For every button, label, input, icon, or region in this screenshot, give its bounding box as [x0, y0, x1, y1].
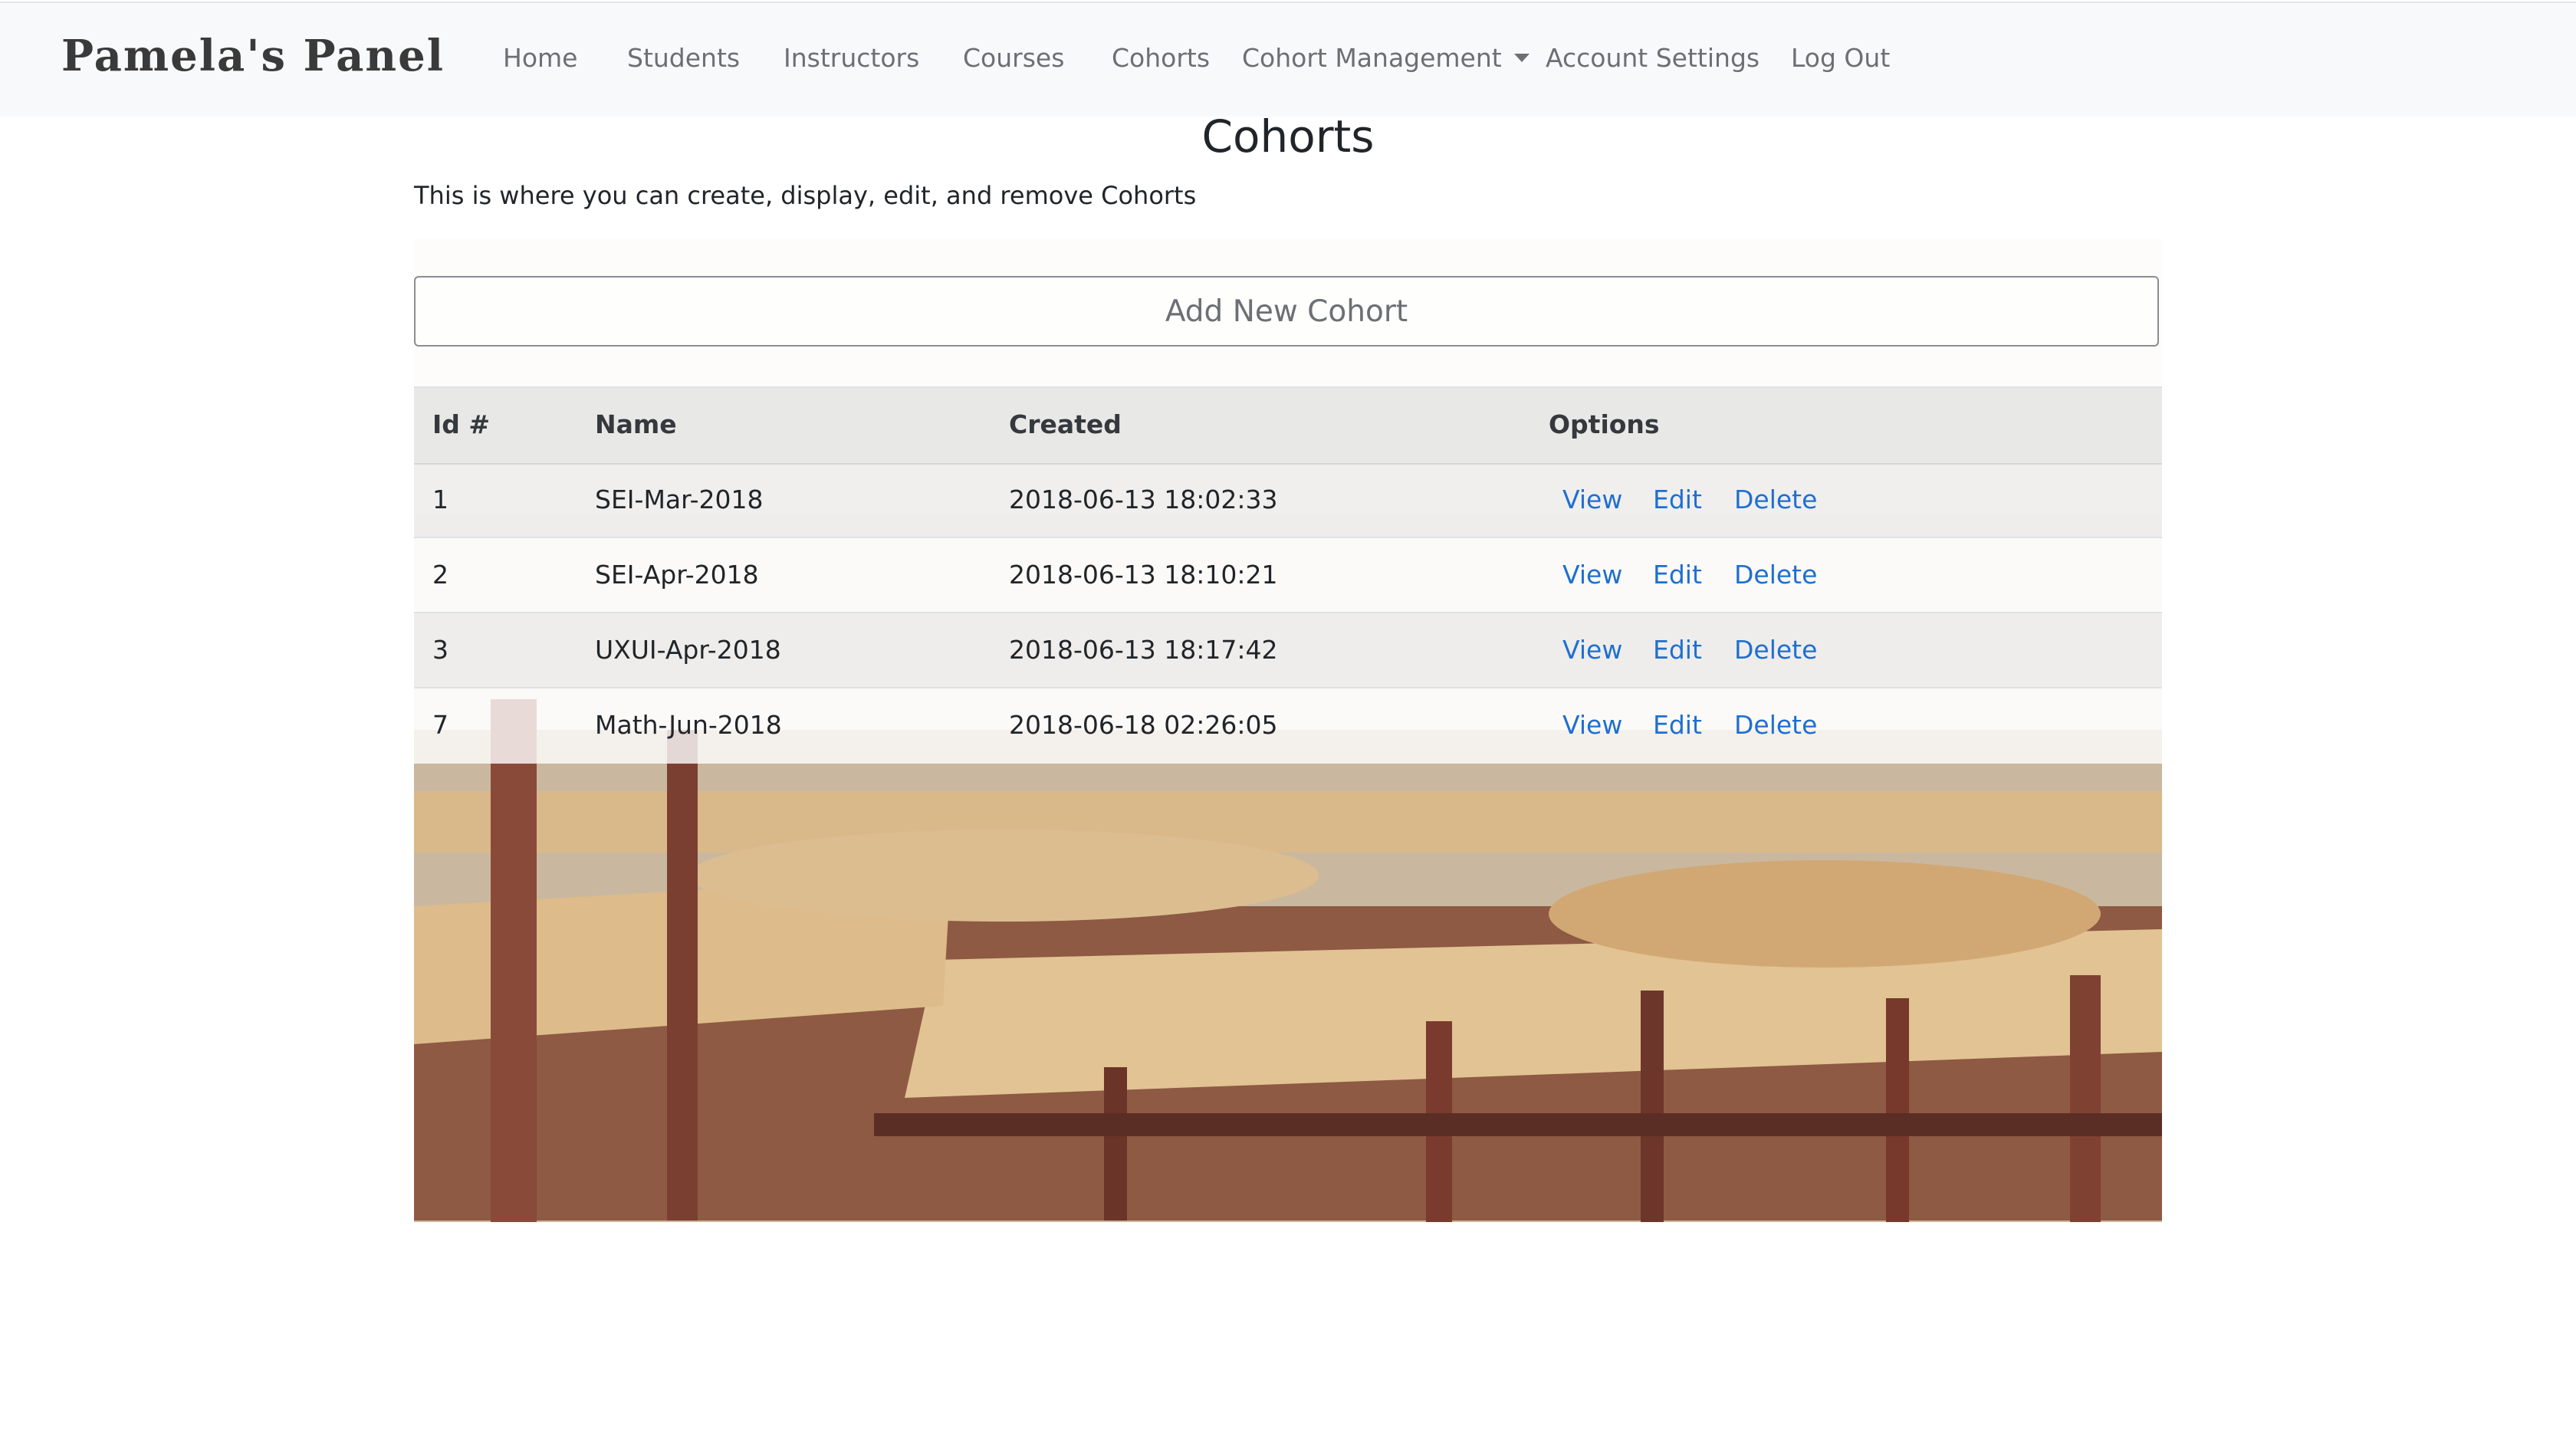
delete-link[interactable]: Delete	[1734, 560, 1817, 590]
cell-created: 2018-06-18 02:26:05	[1009, 710, 1278, 740]
dropdown-label: Cohort Management	[1242, 43, 1502, 73]
edit-link[interactable]: Edit	[1653, 485, 1702, 514]
cell-name: UXUI-Apr-2018	[595, 635, 781, 665]
table-row: 7 Math-Jun-2018 2018-06-18 02:26:05 View…	[414, 688, 2162, 762]
delete-link[interactable]: Delete	[1734, 635, 1817, 665]
delete-link[interactable]: Delete	[1734, 485, 1817, 514]
table-row: 2 SEI-Apr-2018 2018-06-13 18:10:21 View …	[414, 538, 2162, 613]
page-intro: This is where you can create, display, e…	[414, 181, 1197, 210]
nav-link-account-settings[interactable]: Account Settings	[1546, 43, 1760, 73]
cohorts-panel: Add New Cohort Id # Name Created Options…	[414, 239, 2162, 1222]
cell-created: 2018-06-13 18:02:33	[1009, 485, 1278, 514]
nav-link-courses[interactable]: Courses	[963, 43, 1064, 73]
nav-link-instructors[interactable]: Instructors	[784, 43, 919, 73]
table-row: 1 SEI-Mar-2018 2018-06-13 18:02:33 View …	[414, 463, 2162, 538]
view-link[interactable]: View	[1562, 635, 1622, 665]
edit-link[interactable]: Edit	[1653, 560, 1702, 590]
nav-link-cohorts[interactable]: Cohorts	[1112, 43, 1210, 73]
nav-link-logout[interactable]: Log Out	[1791, 43, 1890, 73]
add-new-cohort-button[interactable]: Add New Cohort	[414, 276, 2159, 347]
cell-created: 2018-06-13 18:17:42	[1009, 635, 1278, 665]
view-link[interactable]: View	[1562, 710, 1622, 740]
nav-link-home[interactable]: Home	[503, 43, 577, 73]
column-header-name: Name	[595, 409, 677, 439]
cell-name: SEI-Mar-2018	[595, 485, 764, 514]
top-navbar: Pamela's Panel Home Students Instructors…	[0, 2, 2576, 117]
caret-down-icon	[1513, 54, 1530, 62]
cell-id: 2	[432, 560, 449, 590]
cell-created: 2018-06-13 18:10:21	[1009, 560, 1278, 590]
cell-name: SEI-Apr-2018	[595, 560, 759, 590]
table-header-row: Id # Name Created Options	[414, 386, 2162, 465]
cell-name: Math-Jun-2018	[595, 710, 782, 740]
delete-link[interactable]: Delete	[1734, 710, 1817, 740]
column-header-id: Id #	[432, 409, 491, 439]
view-link[interactable]: View	[1562, 485, 1622, 514]
view-link[interactable]: View	[1562, 560, 1622, 590]
column-header-options: Options	[1549, 409, 1660, 439]
cell-id: 1	[432, 485, 449, 514]
nav-dropdown-cohort-management[interactable]: Cohort Management	[1242, 43, 1530, 73]
cell-id: 7	[432, 710, 449, 740]
edit-link[interactable]: Edit	[1653, 710, 1702, 740]
cell-id: 3	[432, 635, 449, 665]
edit-link[interactable]: Edit	[1653, 635, 1702, 665]
table-row: 3 UXUI-Apr-2018 2018-06-13 18:17:42 View…	[414, 613, 2162, 688]
nav-link-students[interactable]: Students	[627, 43, 740, 73]
page-title: Cohorts	[1201, 110, 1375, 163]
column-header-created: Created	[1009, 409, 1122, 439]
brand-logo[interactable]: Pamela's Panel	[61, 31, 445, 81]
